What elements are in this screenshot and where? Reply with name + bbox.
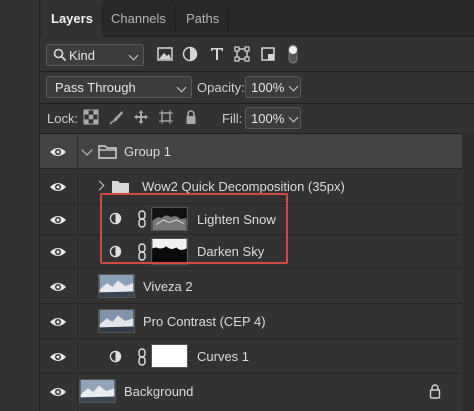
chevron-down-icon — [288, 112, 299, 123]
layer-name: Pro Contrast (CEP 4) — [143, 314, 266, 329]
fill-label: Fill: — [222, 111, 243, 126]
smart-object-filter-icon[interactable] — [259, 45, 277, 63]
layer-thumbnail[interactable] — [98, 274, 135, 298]
filter-kind-value: Kind — [69, 48, 96, 63]
chevron-right-icon[interactable] — [94, 180, 105, 191]
layers-scrollbar[interactable] — [462, 132, 474, 411]
divider — [40, 103, 474, 104]
chevron-down-icon — [288, 81, 299, 92]
eye-icon[interactable] — [49, 245, 67, 259]
chevron-down-icon[interactable] — [81, 144, 93, 156]
eye-icon[interactable] — [49, 315, 67, 329]
tab-layers[interactable]: Layers — [41, 0, 103, 38]
lock-transparent-icon[interactable] — [83, 109, 99, 125]
layer-name: Group 1 — [124, 144, 171, 159]
fill-value: 100% — [251, 111, 285, 126]
tab-label: Layers — [51, 11, 93, 26]
left-panel-strip — [0, 0, 40, 411]
eye-icon[interactable] — [49, 145, 67, 159]
adjustment-layer-icon — [109, 350, 122, 363]
layer-mask-thumbnail[interactable] — [151, 344, 188, 368]
layer-row-curves-1[interactable]: Curves 1 — [40, 339, 474, 374]
tab-label: Paths — [186, 11, 220, 26]
eye-icon[interactable] — [49, 213, 67, 227]
opacity-dropdown[interactable] — [283, 76, 301, 98]
eye-icon[interactable] — [49, 385, 67, 399]
opacity-label: Opacity: — [197, 80, 245, 95]
adjustment-filter-icon[interactable] — [181, 45, 199, 63]
layers-panel: Layers Channels Paths Kind Pass Through … — [40, 0, 474, 411]
layer-row-background[interactable]: Background — [40, 374, 474, 411]
folder-open-icon — [98, 145, 117, 159]
layer-row-group-1[interactable]: Group 1 — [40, 134, 474, 169]
layer-row-viveza-2[interactable]: Viveza 2 — [40, 269, 474, 304]
folder-icon — [112, 181, 129, 193]
divider — [40, 71, 474, 72]
filter-kind-select[interactable]: Kind — [46, 44, 144, 66]
layer-name: Curves 1 — [197, 349, 250, 364]
lock-label: Lock: — [47, 111, 79, 126]
layer-name: Viveza 2 — [143, 279, 193, 294]
opacity-value: 100% — [251, 80, 285, 95]
search-icon — [53, 48, 67, 62]
tab-label: Channels — [111, 11, 166, 26]
shape-filter-icon[interactable] — [233, 45, 251, 63]
lock-image-icon[interactable] — [108, 109, 124, 125]
lock-icon — [429, 384, 441, 399]
image-filter-icon[interactable] — [156, 45, 174, 63]
chevron-down-icon — [176, 82, 187, 93]
fill-dropdown[interactable] — [283, 107, 301, 129]
mask-link-icon[interactable] — [137, 348, 147, 366]
layer-row-pro-contrast[interactable]: Pro Contrast (CEP 4) — [40, 304, 474, 339]
eye-icon[interactable] — [49, 280, 67, 294]
eye-icon[interactable] — [49, 350, 67, 364]
filter-toggle-icon[interactable] — [286, 43, 300, 65]
layer-thumbnail[interactable] — [79, 379, 116, 403]
lock-position-icon[interactable] — [133, 109, 149, 125]
layer-name: Wow2 Quick Decomposition (35px) — [142, 179, 345, 194]
highlight-box — [100, 193, 288, 264]
layer-thumbnail[interactable] — [98, 309, 135, 333]
blend-mode-value: Pass Through — [55, 80, 136, 95]
lock-artboard-icon[interactable] — [158, 109, 174, 125]
tab-paths[interactable]: Paths — [176, 0, 230, 37]
eye-icon[interactable] — [49, 180, 67, 194]
blend-mode-select[interactable]: Pass Through — [46, 76, 192, 98]
layer-name: Background — [124, 384, 194, 399]
lock-all-icon[interactable] — [183, 109, 199, 125]
type-filter-icon[interactable] — [208, 45, 226, 63]
tab-channels[interactable]: Channels — [101, 0, 176, 37]
panel-tab-bar: Layers Channels Paths — [40, 0, 474, 38]
chevron-down-icon — [128, 50, 139, 61]
